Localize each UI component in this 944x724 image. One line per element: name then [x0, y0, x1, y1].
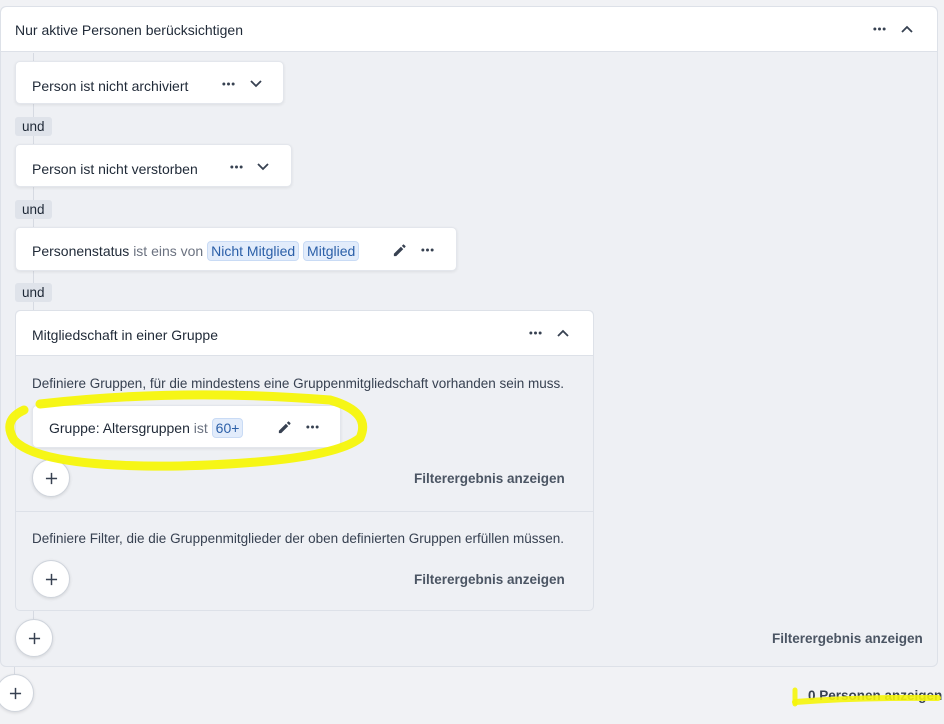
group-membership-panel: Mitgliedschaft in einer Gruppe Definiere… — [15, 310, 594, 611]
more-icon[interactable] — [301, 416, 323, 438]
status-value-chip: Mitglied — [303, 241, 360, 261]
more-icon[interactable] — [217, 73, 239, 95]
more-icon[interactable] — [524, 322, 546, 344]
filter-group-panel: Nur aktive Personen berücksichtigen Pers… — [0, 6, 938, 667]
group-filter-field: Gruppe: Altersgruppen — [49, 420, 190, 436]
more-icon[interactable] — [868, 18, 890, 40]
group-value-chip: 60+ — [211, 418, 244, 438]
groups-description: Definiere Gruppen, für die mindestens ei… — [32, 376, 565, 391]
show-result-link[interactable]: Filterergebnis anzeigen — [414, 572, 565, 587]
condition-card[interactable]: Person ist nicht archiviert — [15, 61, 284, 104]
panel-header: Nur aktive Personen berücksichtigen — [1, 7, 937, 52]
add-filter-button[interactable] — [0, 674, 34, 712]
chevron-down-icon[interactable] — [245, 73, 267, 95]
status-operator: ist eins von — [133, 243, 204, 259]
panel-title: Nur aktive Personen berücksichtigen — [15, 22, 244, 38]
condition-card[interactable]: Person ist nicht verstorben — [15, 144, 292, 187]
add-group-button[interactable] — [32, 459, 70, 497]
and-connector: und — [15, 200, 52, 219]
pencil-icon[interactable] — [273, 416, 295, 438]
show-result-link[interactable]: Filterergebnis anzeigen — [414, 471, 565, 486]
status-filter-text: Personenstatus ist eins von Nicht Mitgli… — [32, 241, 360, 261]
divider — [16, 511, 593, 512]
group-filter-operator: ist — [193, 420, 208, 436]
add-condition-button[interactable] — [15, 619, 53, 657]
group-filter-card[interactable]: Gruppe: Altersgruppen ist 60+ — [32, 405, 341, 448]
group-filter-text: Gruppe: Altersgruppen ist 60+ — [49, 418, 244, 438]
chevron-down-icon[interactable] — [252, 156, 274, 178]
show-persons-link[interactable]: 0 Personen anzeigen — [808, 688, 942, 703]
status-filter-card[interactable]: Personenstatus ist eins von Nicht Mitgli… — [15, 227, 457, 271]
and-connector: und — [15, 117, 52, 136]
status-value-chip: Nicht Mitglied — [207, 241, 300, 261]
chevron-up-icon[interactable] — [896, 18, 918, 40]
status-field: Personenstatus — [32, 243, 130, 259]
group-membership-header: Mitgliedschaft in einer Gruppe — [16, 311, 593, 356]
add-member-filter-button[interactable] — [32, 560, 70, 598]
more-icon[interactable] — [225, 156, 247, 178]
and-connector: und — [15, 283, 52, 302]
condition-label: Person ist nicht verstorben — [32, 161, 198, 177]
condition-label: Person ist nicht archiviert — [32, 78, 189, 94]
members-description: Definiere Filter, die die Gruppenmitglie… — [32, 531, 565, 546]
group-membership-title: Mitgliedschaft in einer Gruppe — [32, 327, 218, 343]
more-icon[interactable] — [416, 239, 438, 261]
chevron-up-icon[interactable] — [552, 322, 574, 344]
pencil-icon[interactable] — [388, 239, 410, 261]
show-result-link[interactable]: Filterergebnis anzeigen — [772, 631, 923, 646]
